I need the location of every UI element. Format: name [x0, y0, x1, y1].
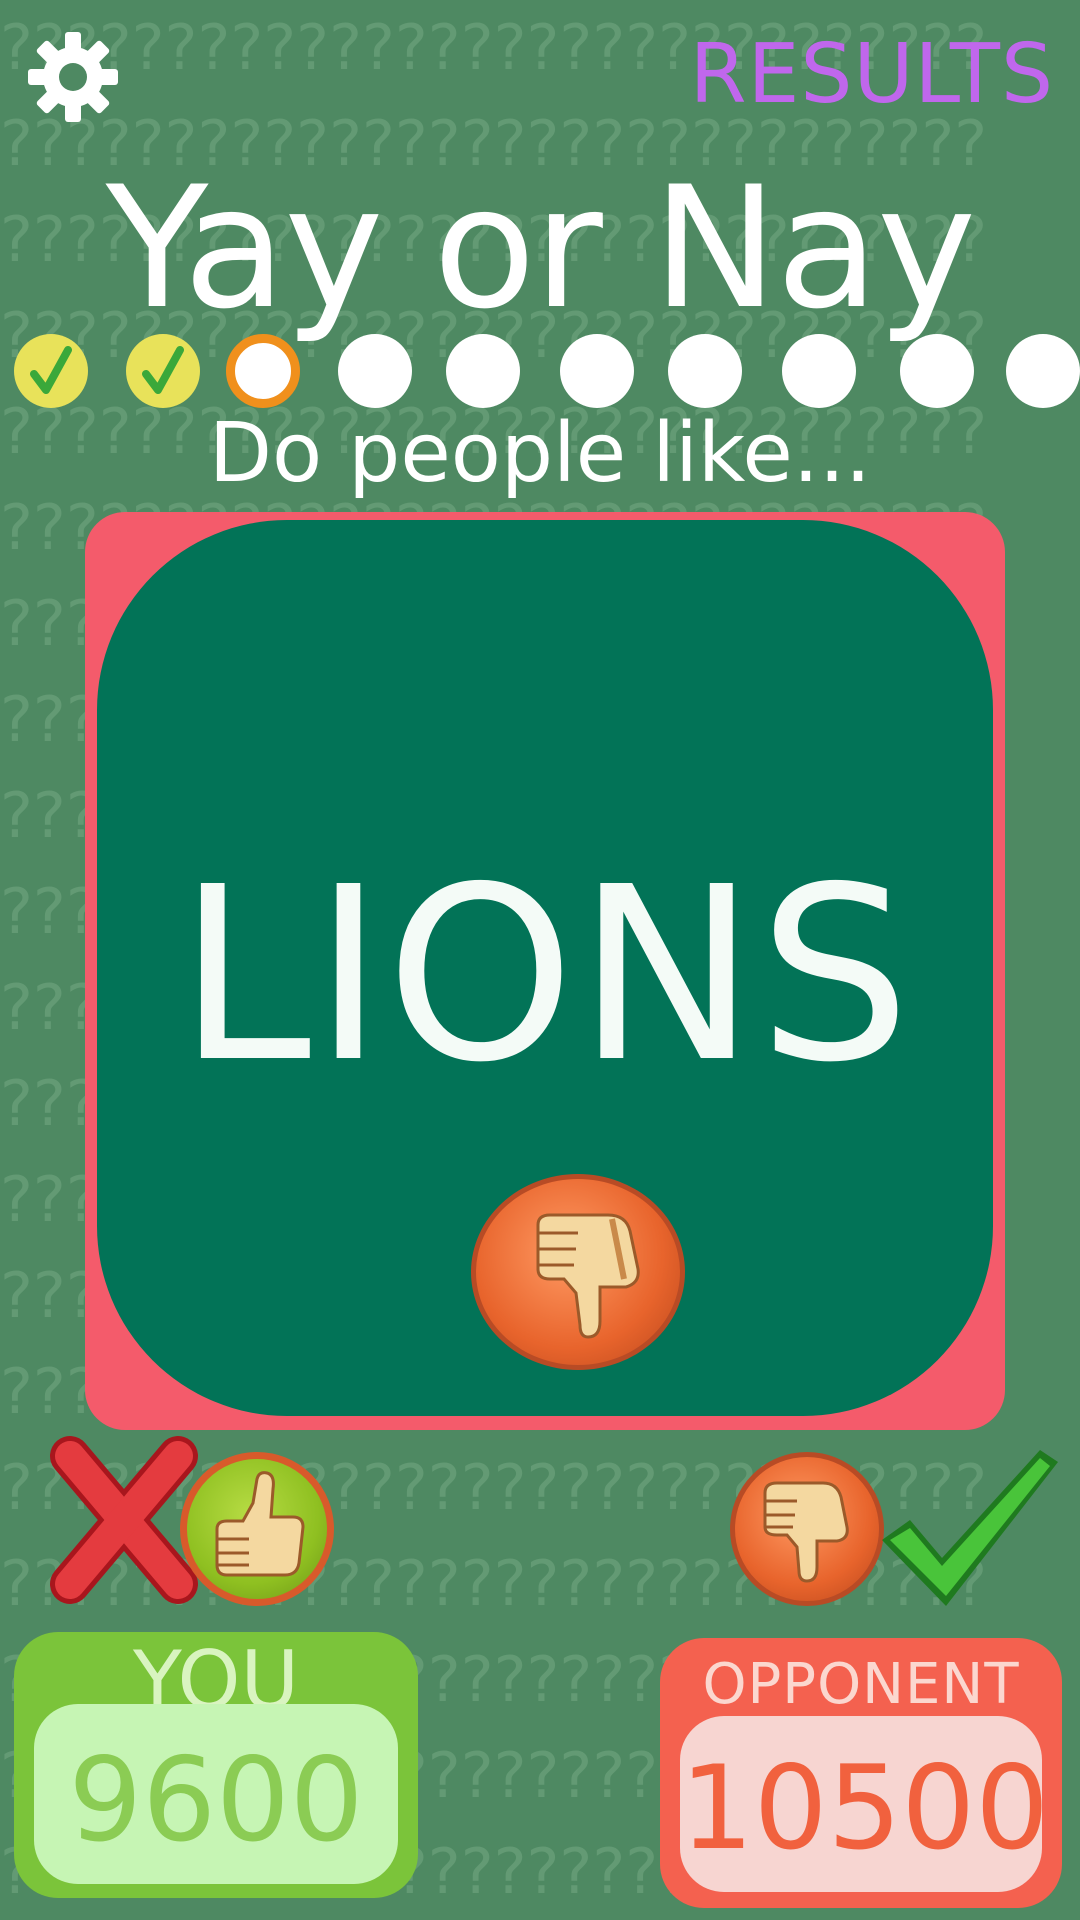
- opponent-answer-badge: [730, 1452, 884, 1606]
- opponent-score-label: OPPONENT: [702, 1652, 1020, 1717]
- answer-badge: [471, 1174, 685, 1370]
- thumbs-up-icon: [215, 1471, 305, 1577]
- progress-dot-current: [226, 334, 300, 408]
- progress-dot-pending: [668, 334, 742, 408]
- your-score-pill: 9600: [34, 1704, 398, 1884]
- thumbs-down-icon: [763, 1481, 849, 1583]
- progress-dot-pending: [1006, 334, 1080, 408]
- progress-dot-pending: [782, 334, 856, 408]
- progress-dot-pending: [900, 334, 974, 408]
- question-card: LIONS: [85, 512, 1005, 1430]
- check-icon: [142, 346, 184, 394]
- question-card-inner: LIONS: [97, 520, 993, 1416]
- your-answer-badge: [180, 1452, 334, 1606]
- opponent-score-value: 10500: [680, 1741, 1050, 1876]
- question-subject: LIONS: [177, 835, 913, 1115]
- question-prompt: Do people like...: [208, 406, 872, 501]
- progress-dot-correct: [14, 334, 88, 408]
- progress-dot-correct: [126, 334, 200, 408]
- question-progress: [0, 334, 1080, 408]
- progress-dot-pending: [338, 334, 412, 408]
- page-title: Yay or Nay: [105, 150, 977, 346]
- check-icon: [882, 1450, 1058, 1606]
- thumbs-down-icon: [536, 1213, 640, 1339]
- opponent-score-pill: 10500: [680, 1716, 1050, 1892]
- opponent-result-correct: [870, 1440, 1066, 1618]
- progress-dot-pending: [560, 334, 634, 408]
- opponent-score-panel: OPPONENT 10500: [660, 1638, 1062, 1908]
- check-icon: [30, 346, 72, 394]
- gear-icon: [28, 32, 118, 122]
- your-score-value: 9600: [68, 1733, 364, 1868]
- progress-dot-pending: [446, 334, 520, 408]
- results-button[interactable]: RESULTS: [690, 30, 1054, 120]
- your-score-panel: YOU 9600: [14, 1632, 418, 1898]
- settings-button[interactable]: [26, 30, 120, 124]
